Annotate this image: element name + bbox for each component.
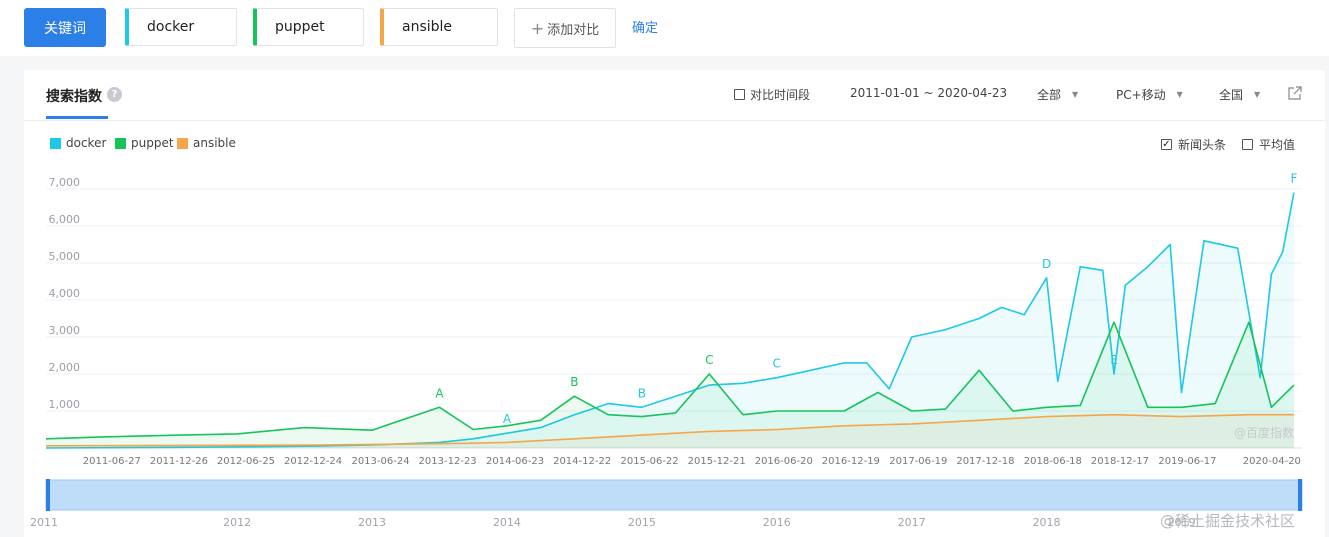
x-tick-label: 2014-12-22 (553, 456, 611, 467)
search-index-panel: 搜索指数 ? 对比时间段 2011-01-01 ~ 2020-04-23 全部 … (24, 70, 1325, 537)
x-tick-label: 2017-12-18 (956, 456, 1014, 467)
search-bar: 关键词 docker puppet ansible + 添加对比 确定 (0, 0, 1329, 56)
annotation-label: F (1290, 172, 1297, 186)
x-tick-label: 2016-12-19 (822, 456, 880, 467)
x-tick-label: 2017-06-19 (889, 456, 947, 467)
range-slider-track[interactable] (45, 479, 1303, 511)
baidu-index-watermark: @百度指数 (1234, 426, 1295, 440)
annotation-label: C (705, 353, 713, 367)
slider-year-label: 2014 (493, 516, 521, 529)
range-slider-handle-end[interactable] (1298, 479, 1302, 511)
add-compare-label: 添加对比 (547, 22, 600, 38)
x-tick-label: 2011-12-26 (150, 456, 208, 467)
keyword-button[interactable]: 关键词 (24, 8, 106, 47)
y-tick-label: 4,000 (49, 287, 81, 300)
y-tick-label: 1,000 (49, 398, 81, 411)
x-tick-label: 2012-12-24 (284, 456, 342, 467)
x-tick-label: 2019-06-17 (1158, 456, 1216, 467)
annotation-label: C (773, 357, 781, 371)
y-tick-label: 5,000 (49, 250, 81, 263)
x-tick-label: 2011-06-27 (83, 456, 141, 467)
y-tick-label: 7,000 (49, 176, 81, 189)
x-tick-label: 2018-12-17 (1091, 456, 1149, 467)
keyword-input-docker[interactable]: docker (125, 8, 237, 46)
keyword-input-ansible[interactable]: ansible (380, 8, 498, 46)
x-tick-label: 2015-12-21 (688, 456, 746, 467)
slider-year-label: 2011 (30, 516, 58, 529)
slider-year-label: 2015 (628, 516, 656, 529)
x-tick-label: 2020-04-20 (1243, 456, 1301, 467)
confirm-link[interactable]: 确定 (632, 17, 658, 36)
keyword-input-puppet[interactable]: puppet (253, 8, 364, 46)
add-compare-button[interactable]: + 添加对比 (514, 8, 616, 48)
plus-icon: + (530, 18, 545, 38)
slider-year-label: 2016 (763, 516, 791, 529)
x-tick-label: 2012-06-25 (217, 456, 275, 467)
trend-chart: 1,000 2,000 3,000 4,000 5,000 6,000 7,000 2011-… (30, 172, 1303, 529)
annotation-label: D (1042, 257, 1051, 271)
slider-year-label: 2018 (1033, 516, 1061, 529)
x-tick-label: 2013-12-23 (419, 456, 477, 467)
slider-year-label: 2012 (223, 516, 251, 529)
x-tick-label: 2018-06-18 (1024, 456, 1082, 467)
y-tick-label: 6,000 (49, 213, 81, 226)
slider-year-label: 2013 (358, 516, 386, 529)
x-tick-label: 2016-06-20 (755, 456, 813, 467)
slider-year-label: 2017 (898, 516, 926, 529)
site-watermark: @稀土掘金技术社区 (1160, 512, 1296, 530)
y-tick-label: 3,000 (49, 324, 81, 337)
x-tick-label: 2014-06-23 (486, 456, 544, 467)
annotation-label: A (503, 412, 512, 426)
range-slider-handle-start[interactable] (46, 479, 50, 511)
x-tick-label: 2013-06-24 (351, 456, 409, 467)
y-tick-label: 2,000 (49, 361, 81, 374)
annotation-label: B (638, 386, 646, 400)
annotation-label: E (1110, 353, 1118, 367)
annotation-label: A (435, 386, 444, 400)
x-tick-label: 2015-06-22 (621, 456, 679, 467)
annotation-label: B (570, 375, 578, 389)
